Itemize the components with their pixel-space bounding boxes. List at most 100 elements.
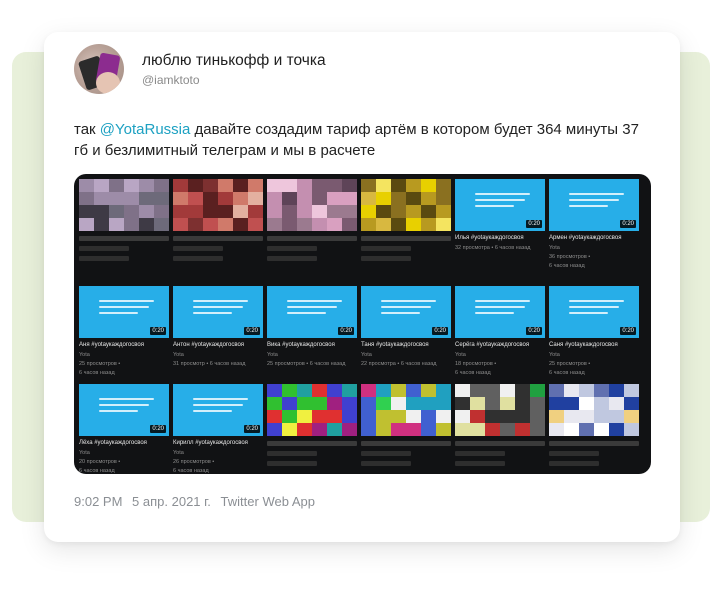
video-tile[interactable]: 0:20 Антон #yotaукаждогосвоя Yota 31 просмо… [173,286,263,369]
video-meta: 6 часов назад [455,370,491,376]
video-meta: 6 часов назад [173,468,209,474]
video-thumbnail[interactable] [267,179,357,231]
video-title[interactable]: Серёга #yotaукаждогосвоя [455,342,545,348]
blurred-caption [267,451,317,456]
blurred-caption [361,236,451,241]
video-title[interactable]: Вика #yotaукаждогосвоя [267,342,357,348]
blurred-caption [173,246,223,251]
avatar[interactable] [74,44,124,94]
video-tile[interactable]: 0:20 Армен #yotaукаждогосвоя Yota 36 просмо… [549,179,639,271]
video-tile[interactable] [455,384,545,466]
video-tile[interactable] [549,384,639,466]
video-title[interactable]: Саня #yotaукаждогосвоя [549,342,639,348]
video-duration: 0:20 [338,327,354,335]
blurred-caption [361,246,411,251]
video-thumbnail[interactable] [173,179,263,231]
video-tile[interactable]: 0:20 Лёха #yotaукаждогосвоя Yota 20 просмот… [79,384,169,474]
video-thumbnail[interactable]: 0:20 [79,384,169,436]
video-thumbnail[interactable]: 0:20 [267,286,357,338]
video-meta: Yota [173,352,184,358]
video-thumbnail[interactable] [267,384,357,436]
blurred-caption [361,441,451,446]
video-thumbnail[interactable]: 0:20 [173,286,263,338]
video-meta: 31 просмотр • 6 часов назад [173,361,246,367]
video-meta: Yota [549,245,560,251]
video-thumbnail[interactable] [455,384,545,436]
blurred-caption [549,461,599,466]
video-title[interactable]: Аня #yotaукаждогосвоя [79,342,169,348]
blurred-caption [267,236,357,241]
tweet-text: так @YotaRussia давайте создадим тариф а… [74,119,654,161]
tweet-text-start: так [74,121,100,138]
video-thumbnail[interactable] [361,384,451,436]
video-meta: 20 просмотров • [79,459,121,465]
video-thumbnail[interactable]: 0:20 [549,286,639,338]
video-title[interactable]: Таня #yotaукаждогосвоя [361,342,451,348]
video-tile[interactable] [267,384,357,466]
video-duration: 0:20 [620,220,636,228]
blurred-caption [455,441,545,446]
video-meta: 6 часов назад [549,263,585,269]
video-duration: 0:20 [432,327,448,335]
blurred-caption [79,246,129,251]
video-thumbnail[interactable] [549,384,639,436]
blurred-caption [267,246,317,251]
video-meta: 25 просмотров • 6 часов назад [267,361,346,367]
video-title[interactable]: Антон #yotaукаждогосвоя [173,342,263,348]
video-title[interactable]: Армен #yotaукаждогосвоя [549,235,639,241]
mention-link[interactable]: @YotaRussia [100,121,191,138]
video-meta: Yota [79,352,90,358]
video-tile[interactable]: 0:20 Таня #yotaукаждогосвоя Yota 22 просмот… [361,286,451,369]
video-tile[interactable] [267,179,357,261]
video-tile[interactable]: 0:20 Илья #yotaукаждогосвоя 32 просмотра •… [455,179,545,253]
video-tile[interactable]: 0:20 Серёга #yotaукаждогосвоя Yota 18 просм… [455,286,545,378]
video-tile[interactable] [79,179,169,261]
video-thumbnail[interactable]: 0:20 [79,286,169,338]
video-thumbnail[interactable]: 0:20 [455,286,545,338]
tweet-date[interactable]: 5 апр. 2021 г. [132,494,211,509]
blurred-caption [173,236,263,241]
video-duration: 0:20 [526,220,542,228]
video-thumbnail[interactable]: 0:20 [455,179,545,231]
video-thumbnail[interactable]: 0:20 [549,179,639,231]
video-tile[interactable] [361,179,451,261]
video-duration: 0:20 [244,425,260,433]
video-tile[interactable] [361,384,451,466]
video-title[interactable]: Лёха #yotaукаждогосвоя [79,440,169,446]
video-meta: 26 просмотров • [173,459,215,465]
video-meta: Yota [79,450,90,456]
video-thumbnail[interactable]: 0:20 [173,384,263,436]
video-meta: 36 просмотров • [549,254,591,260]
video-meta: Yota [549,352,560,358]
display-name[interactable]: люблю тинькофф и точка [142,52,326,70]
video-thumbnail[interactable]: 0:20 [361,286,451,338]
video-meta: 6 часов назад [79,370,115,376]
tweet-source[interactable]: Twitter Web App [221,494,315,509]
video-tile[interactable]: 0:20 Саня #yotaукаждогосвоя Yota 25 просмот… [549,286,639,378]
video-title[interactable]: Илья #yotaукаждогосвоя [455,235,545,241]
video-meta: 32 просмотра • 6 часов назад [455,245,531,251]
video-meta: 25 просмотров • [79,361,121,367]
video-tile[interactable] [173,179,263,261]
video-title[interactable]: Кирилл #yotaукаждогосвоя [173,440,263,446]
video-tile[interactable]: 0:20 Вика #yotaукаждогосвоя Yota 25 просмот… [267,286,357,369]
blurred-caption [361,451,411,456]
blurred-caption [361,461,411,466]
tweet-card: люблю тинькофф и точка @iamktoto так @Yo… [44,32,680,542]
tweet-time[interactable]: 9:02 PM [74,494,122,509]
video-tile[interactable]: 0:20 Кирилл #yotaукаждогосвоя Yota 26 просм… [173,384,263,474]
video-meta: 22 просмотра • 6 часов назад [361,361,437,367]
video-meta: Yota [173,450,184,456]
user-handle[interactable]: @iamktoto [142,73,200,87]
video-meta: 6 часов назад [79,468,115,474]
blurred-caption [455,451,505,456]
blurred-caption [549,451,599,456]
video-tile[interactable]: 0:20 Аня #yotaукаждогосвоя Yota 25 просмотр… [79,286,169,378]
blurred-caption [455,461,505,466]
video-thumbnail[interactable] [361,179,451,231]
blurred-caption [267,461,317,466]
video-thumbnail[interactable] [79,179,169,231]
video-meta: Yota [455,352,466,358]
video-duration: 0:20 [244,327,260,335]
tweet-media-image[interactable]: 0:20 Илья #yotaукаждогосвоя 32 просмотра •… [74,174,651,474]
